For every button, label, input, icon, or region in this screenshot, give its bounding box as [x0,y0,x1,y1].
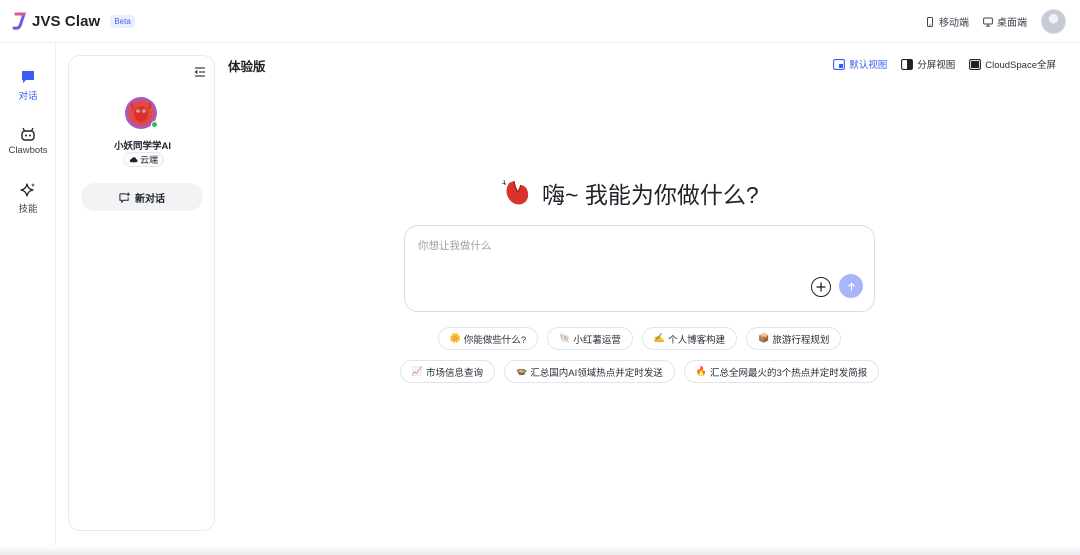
suggestion-label: 汇总国内AI领域热点并定时发送 [530,367,663,379]
suggestion-label: 个人博客构建 [668,334,726,346]
suggestion-chip[interactable]: 🍲 汇总国内AI领域热点并定时发送 [504,360,675,383]
suggestion-emoji: 🍲 [516,366,528,376]
beta-badge: Beta [110,14,135,28]
cloud-icon [129,157,138,163]
suggestion-chip[interactable]: 📦 旅游行程规划 [746,327,842,350]
suggestion-label: 旅游行程规划 [772,334,830,346]
suggestion-chip[interactable]: 🐚 小红薯运营 [547,327,633,350]
brand-logo-icon [12,12,26,30]
send-button[interactable] [839,274,863,298]
nav-item-skills[interactable]: 技能 [0,182,56,215]
bot-panel: 小妖同学学AI 云端 新对话 [68,55,215,531]
bot-name: 小妖同学学AI [113,141,171,152]
bot-icon [21,127,35,141]
view-split-label: 分屏视图 [917,60,956,71]
chat-composer [404,225,875,312]
online-status-dot [151,121,158,128]
suggestion-label: 汇总全网最火的3个热点并定时发简报 [709,367,868,379]
fullscreen-view-icon [969,58,982,70]
monitor-icon [983,17,993,27]
view-default-button[interactable]: 默认视图 [833,57,887,71]
view-fullscreen-button[interactable]: CloudSpace全屏 [969,57,1056,71]
suggestion-emoji: 🌼 [449,333,461,343]
view-split-button[interactable]: 分屏视图 [901,57,955,71]
suggestion-label: 你能做些什么? [463,334,527,346]
bottom-edge [0,546,1080,555]
split-view-icon [901,58,914,70]
default-view-icon [833,58,846,70]
chat-icon [22,71,34,83]
suggestion-emoji: 📈 [411,366,423,376]
greeting-text: 嗨~ 我能为你做什么? [542,182,759,208]
cloud-tag: 云端 [123,152,165,167]
new-chat-label: 新对话 [135,193,165,205]
mobile-link[interactable]: 移动端 [925,14,969,29]
suggestion-emoji: 🐚 [559,333,571,343]
desktop-label: 桌面端 [997,18,1027,29]
suggestion-chips: 🌼 你能做些什么? 🐚 小红薯运营 ✍️ 个人博客构建 📦 旅游行程规划 📈 市场信息查询… [399,327,880,393]
view-switcher: 默认视图 分屏视图 CloudSpace全屏 [833,57,1056,71]
suggestion-emoji: 🔥 [695,366,707,376]
collapse-panel-icon[interactable] [194,66,206,78]
nav-label-skills: 技能 [18,204,38,215]
new-chat-icon [119,191,130,203]
phone-icon [927,16,933,27]
sparkle-icon [20,183,35,197]
left-nav: 对话 Clawbots 技能 [0,43,56,555]
suggestion-label: 小红薯运营 [573,334,621,346]
view-fullscreen-label: CloudSpace全屏 [985,60,1056,71]
plus-icon [816,282,826,292]
attach-button[interactable] [811,277,831,297]
brand[interactable]: JVS Claw Beta [12,12,135,30]
page-title: 体验版 [228,60,266,74]
nav-label-chat: 对话 [18,91,38,102]
lobster-claw-icon [501,179,529,205]
suggestion-chip[interactable]: 🔥 汇总全网最火的3个热点并定时发简报 [683,360,880,383]
nav-item-clawbots[interactable]: Clawbots [0,126,56,156]
desktop-link[interactable]: 桌面端 [983,14,1027,29]
view-default-label: 默认视图 [849,60,888,71]
new-chat-button[interactable]: 新对话 [81,183,203,211]
brand-name: JVS Claw [32,12,101,30]
suggestion-chip[interactable]: ✍️ 个人博客构建 [641,327,738,350]
suggestion-emoji: ✍️ [653,333,666,343]
greeting: 嗨~ 我能为你做什么? [500,176,759,210]
nav-label-clawbots: Clawbots [8,145,48,156]
mobile-label: 移动端 [939,18,969,29]
suggestion-chip[interactable]: 📈 市场信息查询 [399,360,496,383]
suggestion-label: 市场信息查询 [426,367,484,379]
chat-input[interactable] [418,240,858,252]
suggestion-chip[interactable]: 🌼 你能做些什么? [437,327,539,350]
user-avatar[interactable] [1041,9,1066,34]
cloud-tag-label: 云端 [140,155,159,165]
suggestion-emoji: 📦 [758,333,770,343]
bot-avatar[interactable] [125,97,158,129]
nav-item-chat[interactable]: 对话 [0,69,56,102]
top-bar: JVS Claw Beta 移动端 桌面端 [0,0,1080,43]
arrow-up-icon [847,282,855,291]
